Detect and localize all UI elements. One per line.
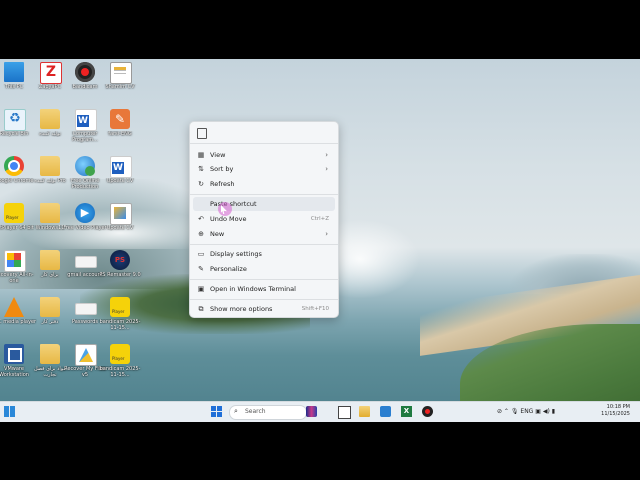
- news-widget-icon[interactable]: [306, 406, 317, 417]
- potplayer-icon: [110, 297, 130, 317]
- more-icon: ⧉: [198, 305, 204, 313]
- desktop-icon[interactable]: Update CV: [103, 203, 137, 247]
- brush-icon: ✎: [198, 265, 204, 273]
- undo-icon: ↶: [198, 215, 204, 223]
- desktop-icon[interactable]: bandicam 2025-11-15...: [100, 344, 140, 388]
- desktop-icon[interactable]: Update CV: [103, 156, 137, 200]
- menu-item-open-terminal[interactable]: ▣ Open in Windows Terminal: [193, 282, 335, 296]
- cursor-highlight: [218, 202, 232, 216]
- task-view-icon[interactable]: [338, 406, 351, 419]
- freevideo-icon: [75, 203, 95, 223]
- desktop-icon-label: farsi-ENG: [108, 131, 132, 137]
- potplayer-icon: [4, 203, 24, 223]
- clock[interactable]: 10:18 PM 11/15/2025: [600, 404, 630, 418]
- folder-icon: [40, 203, 60, 223]
- recycle-icon: [4, 109, 26, 131]
- word-icon: [110, 156, 132, 178]
- context-menu: ▦ View › ⇅ Sort by › ↻ Refresh Paste sho…: [189, 121, 339, 318]
- desktop-icon[interactable]: PS Remaster 9.0: [99, 250, 141, 294]
- pc-icon: [4, 62, 24, 82]
- bandicam-taskbar-icon[interactable]: [422, 406, 433, 417]
- zapya-icon: [40, 62, 62, 84]
- folder-icon: [40, 109, 60, 129]
- white-icon: [75, 303, 97, 315]
- menu-item-sort-by[interactable]: ⇅ Sort by ›: [193, 162, 335, 176]
- display-icon: ▭: [197, 250, 205, 258]
- excel-icon[interactable]: X: [401, 406, 412, 417]
- chevron-right-icon: ›: [325, 230, 328, 238]
- language-indicator[interactable]: ENG: [520, 408, 533, 415]
- desktop-icon-label: PS Remaster 9.0: [99, 272, 141, 278]
- desktop-icon-label: bandicam 2025-11-15...: [99, 319, 141, 331]
- desktop-icon[interactable]: farsi-ENG: [103, 109, 137, 153]
- plus-icon: ⊕: [198, 230, 204, 238]
- clock-time: 10:18 PM: [606, 404, 630, 410]
- clock-date: 11/15/2025: [601, 411, 630, 417]
- menu-divider: [190, 194, 338, 195]
- sort-icon: ⇅: [198, 165, 204, 173]
- menu-divider: [190, 279, 338, 280]
- menu-item-display-settings[interactable]: ▭ Display settings: [193, 247, 335, 261]
- menu-item-show-more-options[interactable]: ⧉ Show more options Shift+F10: [193, 302, 335, 316]
- update-icon: [110, 203, 132, 225]
- word-icon: [75, 109, 97, 131]
- search-box[interactable]: ⌕ Search: [229, 405, 307, 420]
- vlc-icon: [4, 297, 24, 317]
- menu-item-paste-shortcut[interactable]: Paste shortcut: [193, 197, 335, 211]
- menu-item-new[interactable]: ⊕ New ›: [193, 227, 335, 241]
- desktop-icon-label: bandicam 2025-11-15...: [99, 366, 141, 378]
- chevron-right-icon: ›: [325, 165, 328, 173]
- widgets-icon[interactable]: [4, 406, 15, 417]
- desktop-icon[interactable]: bandicam 2025-11-15...: [100, 297, 140, 341]
- search-icon: ⌕: [234, 407, 238, 415]
- tray-icons[interactable]: ⊘ ⌃ 🎙 ENG ▣ ◀) ▮: [497, 402, 555, 422]
- copy-icon[interactable]: [197, 128, 207, 139]
- store-icon[interactable]: [380, 406, 391, 417]
- potplayer-icon: [110, 344, 130, 364]
- ps-icon: [110, 250, 130, 270]
- grid-icon: ▦: [197, 151, 205, 159]
- chevron-right-icon: ›: [325, 151, 328, 159]
- chrome-icon: [4, 156, 24, 176]
- folder-icon: [40, 297, 60, 317]
- menu-divider: [190, 299, 338, 300]
- terminal-icon: ▣: [197, 285, 205, 293]
- desktop-icon-label: Shamim CV: [105, 84, 135, 90]
- folder-icon: [40, 344, 60, 364]
- menu-item-refresh[interactable]: ↻ Refresh: [193, 177, 335, 191]
- menu-divider: [190, 244, 338, 245]
- start-button[interactable]: [211, 406, 222, 417]
- desktop-icon[interactable]: Shamim CV: [103, 62, 137, 106]
- menu-item-undo-move[interactable]: ↶ Undo Move Ctrl+Z: [193, 212, 335, 226]
- refresh-icon: ↻: [198, 180, 204, 188]
- desktop-icon-label: Update CV: [106, 225, 134, 231]
- recoverfiles-icon: [75, 344, 97, 366]
- desktop-icon-label: Update CV: [106, 178, 134, 184]
- file-explorer-icon[interactable]: [359, 406, 370, 417]
- menu-item-view[interactable]: ▦ View ›: [193, 148, 335, 162]
- menu-divider: [190, 143, 338, 144]
- menu-item-personalize[interactable]: ✎ Personalize: [193, 262, 335, 276]
- folder-icon: [40, 250, 60, 270]
- taskbar: ⌕ Search X ⊘ ⌃ 🎙 ENG ▣ ◀) ▮ 10:18 PM 11/…: [0, 401, 640, 422]
- white-icon: [75, 256, 97, 268]
- rec-icon: [75, 62, 95, 82]
- recovery-icon: [4, 250, 26, 272]
- earth-icon: [75, 156, 95, 176]
- vmware-icon: [4, 344, 24, 364]
- doc-icon: [110, 62, 132, 84]
- folder-icon: [40, 156, 60, 176]
- orange-icon: [110, 109, 130, 129]
